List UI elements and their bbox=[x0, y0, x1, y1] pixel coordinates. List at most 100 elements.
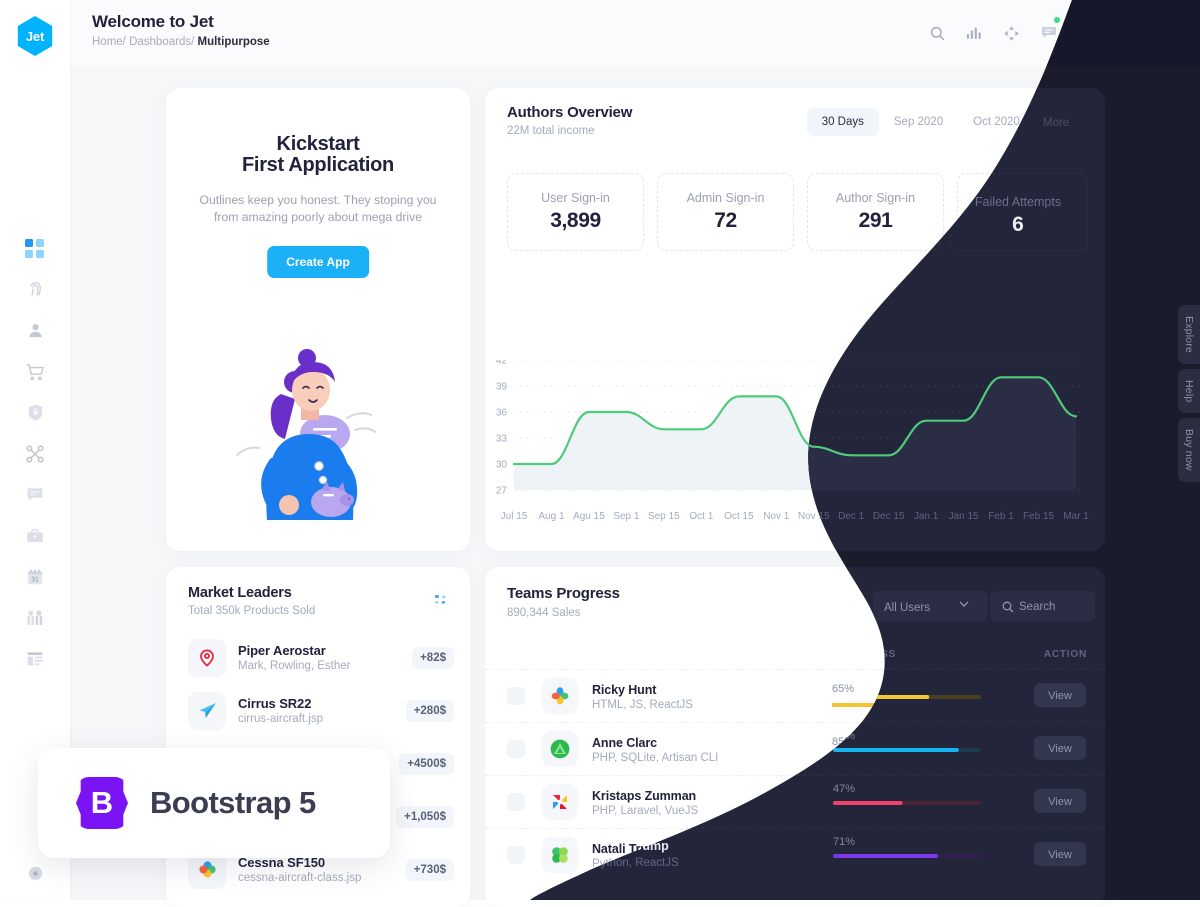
tab-more[interactable]: More bbox=[1035, 108, 1091, 136]
view-button[interactable]: View bbox=[1034, 843, 1086, 867]
tab-sep-2020[interactable]: Sep 2020 bbox=[879, 108, 958, 136]
tab-oct-2020[interactable]: Oct 2020 bbox=[958, 108, 1035, 136]
progress-bar bbox=[832, 756, 980, 760]
list-item-amount: +82$ bbox=[412, 646, 454, 669]
sidebar-item-security[interactable] bbox=[0, 392, 70, 433]
brand-label: Jet bbox=[25, 28, 45, 44]
list-item-text: Piper Aerostar Mark, Rowling, Esther bbox=[238, 643, 412, 672]
layout-icon bbox=[27, 651, 43, 666]
side-tab-explore[interactable]: Explore bbox=[1178, 305, 1200, 365]
view-button[interactable]: View bbox=[1034, 790, 1086, 814]
svg-text:27: 27 bbox=[496, 486, 508, 497]
stat-author-signin: Author Sign-in 291 bbox=[807, 173, 944, 251]
stat-value: 291 bbox=[858, 209, 893, 232]
top-header: Welcome to Jet Home/ Dashboards/ Multipu… bbox=[70, 0, 1200, 66]
side-tabs: Explore Help Buy now bbox=[1178, 305, 1200, 483]
brand-logo[interactable]: Jet bbox=[17, 16, 53, 56]
kickstart-title-line2: First Application bbox=[242, 154, 394, 176]
table-row[interactable]: Natali Trump Python, ReactJS 71% View bbox=[485, 828, 1105, 881]
view-button[interactable]: View bbox=[1034, 737, 1086, 761]
author-name: Ricky Hunt bbox=[592, 683, 657, 697]
stat-failed-attempts: Failed Attempts 6 bbox=[957, 173, 1094, 251]
svg-text:Feb 1: Feb 1 bbox=[988, 511, 1014, 522]
grid-icon bbox=[25, 238, 44, 258]
sidebar-item-tools[interactable] bbox=[0, 433, 70, 474]
sidebar-item-briefcase[interactable] bbox=[0, 515, 70, 556]
list-item-amount: +4500$ bbox=[399, 752, 454, 775]
svg-text:Mar 1: Mar 1 bbox=[1063, 511, 1089, 522]
market-leaders-menu-button[interactable] bbox=[435, 593, 448, 611]
clover-green-icon bbox=[542, 837, 578, 873]
progress-percent: 71% bbox=[832, 842, 855, 854]
teams-progress-card: Teams Progress 890,344 Sales All Users S… bbox=[485, 567, 1105, 907]
search-input[interactable]: Search bbox=[990, 591, 1095, 622]
gift-icon bbox=[27, 610, 43, 625]
stat-value: 6 bbox=[1019, 209, 1032, 232]
side-tab-help[interactable]: Help bbox=[1178, 369, 1200, 414]
sidebar-nav: 31 bbox=[0, 228, 70, 679]
apps-button[interactable] bbox=[1067, 0, 1104, 66]
area-chart: 27 30 33 36 39 42 Jul 15 Aug 1 Agu 15 Sep 1 Sep 15… bbox=[496, 356, 1089, 523]
breadcrumb-home[interactable]: Home/ bbox=[92, 36, 126, 48]
kickstart-subtitle: Outlines keep you honest. They stoping y… bbox=[199, 193, 437, 224]
page-title: Welcome to Jet bbox=[92, 12, 214, 31]
sidebar-item-users[interactable] bbox=[0, 310, 70, 351]
svg-text:Dec 1: Dec 1 bbox=[838, 511, 865, 522]
table-row[interactable]: Anne Clarc PHP, SQLite, Artisan CLI 85% Vie… bbox=[485, 722, 1105, 775]
sidebar-item-layouts[interactable] bbox=[0, 638, 70, 679]
create-app-button[interactable]: Create App bbox=[267, 246, 369, 278]
author-stack: HTML, JS, ReactJS bbox=[592, 699, 693, 711]
teams-progress-subtitle: 890,344 Sales bbox=[507, 607, 581, 619]
row-checkbox[interactable] bbox=[507, 846, 525, 864]
view-button[interactable]: View bbox=[1034, 684, 1086, 708]
sidebar-item-ecommerce[interactable] bbox=[0, 351, 70, 392]
list-item[interactable]: Cirrus SR22 cirrus-aircraft.jsp +280$ bbox=[188, 684, 454, 737]
progress-bar bbox=[832, 809, 980, 813]
author-stack: Python, ReactJS bbox=[592, 858, 678, 870]
list-item[interactable]: Piper Aerostar Mark, Rowling, Esther +82… bbox=[188, 631, 454, 684]
kickstart-title: Kickstart First Application bbox=[166, 134, 470, 176]
stat-label: User Sign-in bbox=[541, 191, 610, 205]
market-leaders-subtitle: Total 350k Products Sold bbox=[188, 605, 316, 617]
notifications-button[interactable] bbox=[1030, 0, 1067, 66]
sidebar-item-settings[interactable] bbox=[0, 856, 70, 890]
stat-admin-signin: Admin Sign-in 72 bbox=[657, 173, 794, 251]
table-row[interactable]: Kristaps Zumman PHP, Laravel, VueJS 47% Vie… bbox=[485, 775, 1105, 828]
row-checkbox[interactable] bbox=[507, 740, 525, 758]
grid-icon bbox=[1077, 25, 1094, 41]
sidebar-item-fingerprint[interactable] bbox=[0, 269, 70, 310]
svg-text:39: 39 bbox=[496, 382, 508, 393]
stat-value: 3,899 bbox=[550, 209, 601, 232]
search-icon bbox=[930, 26, 945, 40]
tab-30-days[interactable]: 30 Days bbox=[806, 108, 879, 136]
dots-grid-icon bbox=[435, 595, 446, 604]
analytics-button[interactable] bbox=[956, 0, 993, 66]
search-button[interactable] bbox=[919, 0, 956, 66]
dark-mode-toggle[interactable] bbox=[1104, 0, 1141, 66]
move-button[interactable] bbox=[993, 0, 1030, 66]
search-icon bbox=[999, 601, 1010, 612]
sidebar-item-dashboard[interactable] bbox=[0, 228, 70, 269]
sidebar-item-gifts[interactable] bbox=[0, 597, 70, 638]
svg-text:30: 30 bbox=[496, 460, 508, 471]
list-item-amount: +730$ bbox=[405, 858, 454, 881]
scissors-icon bbox=[26, 444, 44, 463]
chat-icon bbox=[1041, 27, 1056, 38]
svg-text:Aug 1: Aug 1 bbox=[538, 511, 565, 522]
row-checkbox[interactable] bbox=[507, 793, 525, 811]
side-tab-buy-now[interactable]: Buy now bbox=[1178, 418, 1200, 483]
row-checkbox[interactable] bbox=[507, 687, 525, 705]
breadcrumb-current: Multipurpose bbox=[197, 36, 270, 48]
avatar[interactable] bbox=[1150, 16, 1184, 50]
user-icon bbox=[28, 324, 42, 338]
user-filter-select[interactable]: All Users bbox=[873, 591, 988, 622]
sidebar-item-messages[interactable] bbox=[0, 474, 70, 515]
header-icon-group bbox=[919, 0, 1184, 66]
stat-label: Admin Sign-in bbox=[686, 191, 765, 205]
breadcrumb-dashboards[interactable]: Dashboards/ bbox=[129, 36, 194, 48]
table-row[interactable]: Ricky Hunt HTML, JS, ReactJS 65% View bbox=[485, 669, 1105, 722]
stat-label: Author Sign-in bbox=[835, 191, 916, 205]
sidebar-item-calendar[interactable]: 31 bbox=[0, 556, 70, 597]
authors-overview-tabs: 30 Days Sep 2020 Oct 2020 More bbox=[806, 108, 1091, 136]
list-item-amount: +1,050$ bbox=[396, 805, 454, 828]
